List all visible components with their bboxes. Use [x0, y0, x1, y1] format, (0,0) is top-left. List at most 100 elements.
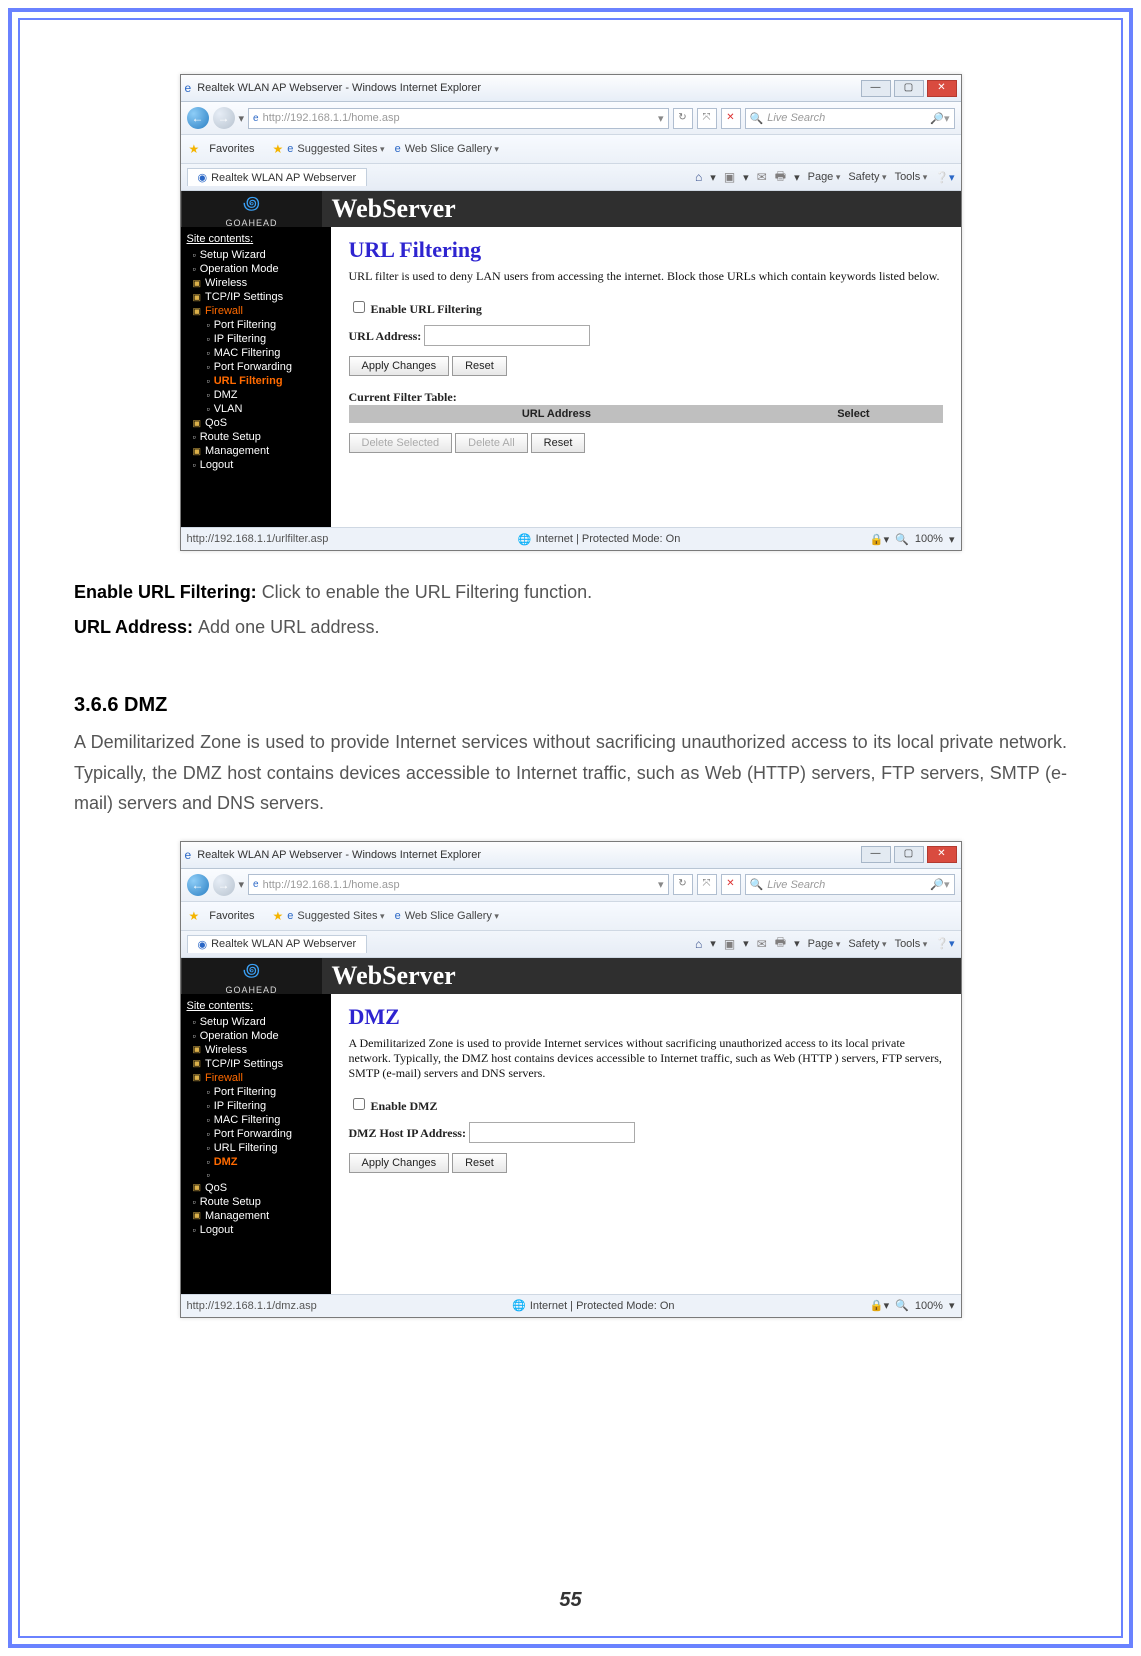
- feeds-dd-icon[interactable]: ▾: [743, 171, 749, 184]
- address-bar[interactable]: e http://192.168.1.1/home.asp ▾: [248, 108, 668, 129]
- sidebar-item-route-setup[interactable]: ▫Route Setup: [193, 1195, 327, 1209]
- sidebar-item-vlan[interactable]: ▫: [193, 1169, 327, 1181]
- search-go-icon[interactable]: 🔎▾: [930, 112, 949, 125]
- sidebar-item-mac-filtering[interactable]: ▫MAC Filtering: [193, 346, 327, 360]
- sidebar-item-management[interactable]: ▣Management: [193, 1209, 327, 1223]
- sidebar-item-firewall[interactable]: ▣Firewall: [193, 1071, 327, 1085]
- sidebar-item-port-forwarding[interactable]: ▫Port Forwarding: [193, 360, 327, 374]
- back-button[interactable]: ←: [187, 107, 209, 129]
- print-icon[interactable]: 🖶: [775, 167, 786, 188]
- history-dropdown-icon[interactable]: ▾: [239, 878, 245, 891]
- maximize-button[interactable]: ▢: [894, 846, 924, 863]
- favorites-star-icon[interactable]: ★: [189, 142, 200, 156]
- protected-mode-icon[interactable]: 🔒▾: [870, 533, 889, 546]
- print-dd-icon[interactable]: ▾: [794, 937, 800, 950]
- sidebar-item-tcpip[interactable]: ▣TCP/IP Settings: [193, 1057, 327, 1071]
- reset-button[interactable]: Reset: [452, 356, 507, 376]
- browser-tab[interactable]: ◉ Realtek WLAN AP Webserver: [187, 935, 368, 953]
- sidebar-item-route-setup[interactable]: ▫Route Setup: [193, 430, 327, 444]
- stop-button[interactable]: ✕: [721, 874, 741, 895]
- sidebar-item-url-filtering[interactable]: ▫URL Filtering: [193, 1141, 327, 1155]
- sidebar-item-qos[interactable]: ▣QoS: [193, 416, 327, 430]
- sidebar-item-logout[interactable]: ▫Logout: [193, 458, 327, 472]
- apply-changes-button[interactable]: Apply Changes: [349, 356, 450, 376]
- home-icon[interactable]: ⌂: [695, 170, 702, 184]
- safety-menu[interactable]: Safety: [848, 938, 886, 950]
- refresh-button[interactable]: ↻: [673, 108, 693, 129]
- delete-selected-button[interactable]: Delete Selected: [349, 433, 453, 453]
- feeds-dd-icon[interactable]: ▾: [743, 937, 749, 950]
- sidebar-item-port-filtering[interactable]: ▫Port Filtering: [193, 318, 327, 332]
- print-dd-icon[interactable]: ▾: [794, 171, 800, 184]
- tools-menu[interactable]: Tools: [895, 171, 928, 183]
- sidebar-item-firewall[interactable]: ▣Firewall: [193, 304, 327, 318]
- sidebar-item-ip-filtering[interactable]: ▫IP Filtering: [193, 332, 327, 346]
- address-dropdown-icon[interactable]: ▾: [658, 112, 664, 125]
- dmz-host-input[interactable]: [469, 1122, 635, 1143]
- help-icon[interactable]: ❔▾: [935, 171, 954, 184]
- back-button[interactable]: ←: [187, 874, 209, 896]
- sidebar-item-dmz[interactable]: ▫DMZ: [193, 388, 327, 402]
- help-icon[interactable]: ❔▾: [935, 937, 954, 950]
- sidebar-item-vlan[interactable]: ▫VLAN: [193, 402, 327, 416]
- minimize-button[interactable]: —: [861, 846, 891, 863]
- address-bar[interactable]: e http://192.168.1.1/home.asp ▾: [248, 874, 668, 895]
- refresh-button[interactable]: ↻: [673, 874, 693, 895]
- delete-all-button[interactable]: Delete All: [455, 433, 527, 453]
- sidebar-item-mac-filtering[interactable]: ▫MAC Filtering: [193, 1113, 327, 1127]
- search-box[interactable]: 🔍 Live Search 🔎▾: [745, 874, 955, 895]
- home-dd-icon[interactable]: ▾: [710, 171, 716, 184]
- zoom-dd-icon[interactable]: ▾: [949, 533, 955, 546]
- sidebar-item-url-filtering[interactable]: ▫URL Filtering: [193, 374, 327, 388]
- forward-button[interactable]: →: [213, 107, 235, 129]
- sidebar-item-wireless[interactable]: ▣Wireless: [193, 276, 327, 290]
- sidebar-item-setup-wizard[interactable]: ▫Setup Wizard: [193, 1015, 327, 1029]
- suggested-sites-link[interactable]: Suggested Sites: [297, 910, 384, 922]
- safety-menu[interactable]: Safety: [848, 171, 886, 183]
- sidebar-item-port-forwarding[interactable]: ▫Port Forwarding: [193, 1127, 327, 1141]
- mail-icon[interactable]: ✉: [757, 170, 767, 184]
- web-slice-link[interactable]: Web Slice Gallery: [405, 910, 499, 922]
- tools-menu[interactable]: Tools: [895, 938, 928, 950]
- web-slice-link[interactable]: Web Slice Gallery: [405, 143, 499, 155]
- sidebar-item-setup-wizard[interactable]: ▫Setup Wizard: [193, 248, 327, 262]
- close-button[interactable]: ✕: [927, 846, 957, 863]
- home-icon[interactable]: ⌂: [695, 937, 702, 951]
- close-button[interactable]: ✕: [927, 80, 957, 97]
- favorites-star-icon[interactable]: ★: [189, 909, 200, 923]
- mail-icon[interactable]: ✉: [757, 937, 767, 951]
- feeds-icon[interactable]: ▣: [724, 170, 735, 184]
- feeds-icon[interactable]: ▣: [724, 937, 735, 951]
- print-icon[interactable]: 🖶: [775, 933, 786, 954]
- page-menu[interactable]: Page: [808, 938, 841, 950]
- forward-button[interactable]: →: [213, 874, 235, 896]
- sidebar-item-dmz[interactable]: ▫DMZ: [193, 1155, 327, 1169]
- sidebar-item-logout[interactable]: ▫Logout: [193, 1223, 327, 1237]
- status-zoom[interactable]: 🔒▾ 🔍 100% ▾: [870, 1299, 955, 1312]
- sidebar-item-operation-mode[interactable]: ▫Operation Mode: [193, 262, 327, 276]
- browser-tab[interactable]: ◉ Realtek WLAN AP Webserver: [187, 168, 368, 186]
- address-dropdown-icon[interactable]: ▾: [658, 878, 664, 891]
- protected-mode-icon[interactable]: 🔒▾: [870, 1299, 889, 1312]
- compat-button[interactable]: ⤧: [697, 874, 717, 895]
- enable-dmz-checkbox[interactable]: [353, 1098, 365, 1110]
- url-address-input[interactable]: [424, 325, 590, 346]
- maximize-button[interactable]: ▢: [894, 80, 924, 97]
- suggested-sites-link[interactable]: Suggested Sites: [297, 143, 384, 155]
- stop-button[interactable]: ✕: [721, 108, 741, 129]
- sidebar-item-management[interactable]: ▣Management: [193, 444, 327, 458]
- enable-url-filtering-checkbox[interactable]: [353, 301, 365, 313]
- sidebar-item-operation-mode[interactable]: ▫Operation Mode: [193, 1029, 327, 1043]
- search-box[interactable]: 🔍 Live Search 🔎▾: [745, 108, 955, 129]
- sidebar-item-wireless[interactable]: ▣Wireless: [193, 1043, 327, 1057]
- apply-changes-button[interactable]: Apply Changes: [349, 1153, 450, 1173]
- zoom-icon[interactable]: 🔍: [895, 533, 909, 546]
- search-go-icon[interactable]: 🔎▾: [930, 878, 949, 891]
- zoom-dd-icon[interactable]: ▾: [949, 1299, 955, 1312]
- home-dd-icon[interactable]: ▾: [710, 937, 716, 950]
- sidebar-item-port-filtering[interactable]: ▫Port Filtering: [193, 1085, 327, 1099]
- minimize-button[interactable]: —: [861, 80, 891, 97]
- reset-table-button[interactable]: Reset: [531, 433, 586, 453]
- zoom-icon[interactable]: 🔍: [895, 1299, 909, 1312]
- history-dropdown-icon[interactable]: ▾: [239, 112, 245, 125]
